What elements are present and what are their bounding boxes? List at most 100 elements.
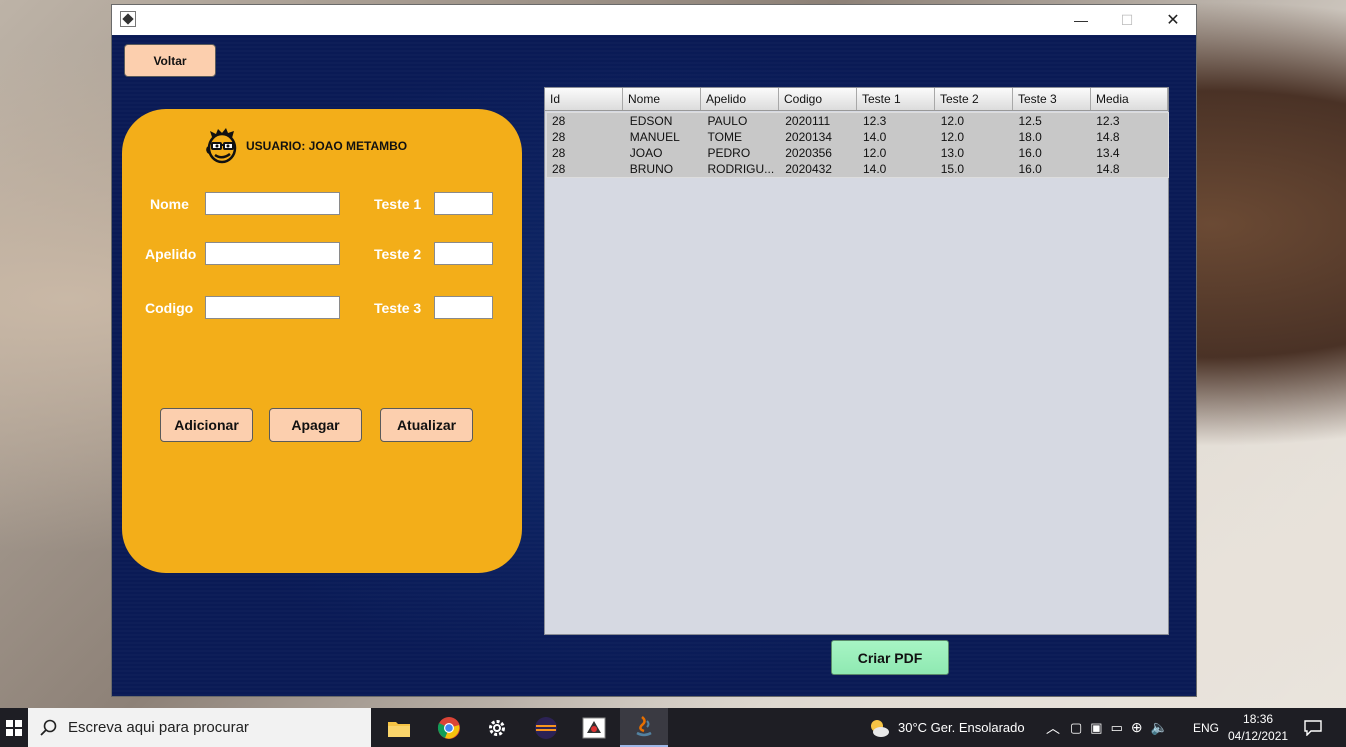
table-cell: PEDRO	[707, 146, 751, 160]
column-header[interactable]: Codigo	[779, 88, 857, 110]
chevron-up-icon[interactable]: ︿	[1046, 718, 1060, 738]
java-app-taskbar-button[interactable]	[570, 708, 618, 747]
file-explorer-taskbar-button[interactable]	[375, 708, 423, 747]
table-cell: 14.8	[1096, 162, 1120, 176]
codigo-field[interactable]	[205, 296, 340, 319]
eclipse-icon	[535, 716, 557, 739]
weather-widget[interactable]: 30°C Ger. Ensolarado	[868, 708, 1025, 747]
table-cell: RODRIGU...	[707, 162, 775, 176]
students-table[interactable]: Id Nome Apelido Codigo Teste 1 Teste 2 T…	[544, 87, 1169, 635]
language-indicator[interactable]: ENG	[1193, 708, 1219, 747]
minimize-button[interactable]: —	[1058, 5, 1104, 35]
table-cell: 12.0	[940, 114, 965, 128]
chrome-taskbar-button[interactable]	[425, 708, 473, 747]
apelido-field[interactable]	[205, 242, 340, 265]
column-header[interactable]: Apelido	[701, 88, 779, 110]
student-form-panel: USUARIO: JOAO METAMBO Nome Teste 1 Apeli…	[122, 109, 522, 573]
pen-icon[interactable]: ▣	[1090, 720, 1102, 736]
settings-taskbar-button[interactable]	[473, 708, 521, 747]
main-content: Voltar USUARIO: JOAO METAMBO Nome Teste …	[112, 35, 1196, 696]
table-cell: 12.0	[863, 146, 887, 160]
table-cell: JOAO	[629, 146, 663, 160]
apelido-label: Apelido	[145, 246, 197, 262]
notification-icon	[1304, 719, 1322, 736]
teste1-field[interactable]	[434, 192, 493, 215]
table-cell: 14.0	[863, 162, 887, 176]
teste2-field[interactable]	[434, 242, 493, 265]
app-window: — ☐ ✕ Voltar USUARIO: JOAO METAMBO Nome	[112, 5, 1196, 696]
user-name-label: USUARIO: JOAO METAMBO	[246, 139, 408, 153]
table-cell: MANUEL	[629, 130, 680, 144]
back-button[interactable]: Voltar	[124, 44, 216, 77]
table-header: Id Nome Apelido Codigo Teste 1 Teste 2 T…	[545, 88, 1168, 111]
system-tray-icons: ︿ ▢ ▣ ▭ ⊕ 🔈	[1046, 708, 1168, 747]
add-button[interactable]: Adicionar	[160, 408, 253, 442]
user-header: USUARIO: JOAO METAMBO	[204, 127, 407, 165]
volume-icon[interactable]: 🔈	[1151, 719, 1168, 736]
taskbar: Escreva aqui para procurar 30°C Ger. Ens…	[0, 708, 1346, 747]
table-row[interactable]: 28 BRUNO RODRIGU... 2020432 14.0 15.0 16…	[547, 161, 1168, 177]
table-cell: 28	[552, 162, 566, 176]
user-avatar-icon	[206, 128, 237, 164]
nome-label: Nome	[150, 196, 189, 212]
column-header[interactable]: Teste 3	[1013, 88, 1091, 110]
eclipse-taskbar-button[interactable]	[522, 708, 570, 747]
title-bar: — ☐ ✕	[112, 5, 1196, 35]
notifications-button[interactable]	[1304, 708, 1322, 747]
gear-icon	[489, 719, 505, 736]
maximize-button[interactable]: ☐	[1104, 5, 1150, 35]
codigo-label: Codigo	[145, 300, 194, 316]
column-header[interactable]: Id	[545, 88, 623, 110]
column-header[interactable]: Teste 2	[935, 88, 1013, 110]
java-coffee-icon	[636, 715, 652, 736]
search-placeholder: Escreva aqui para procurar	[68, 719, 249, 736]
column-header[interactable]: Nome	[623, 88, 701, 110]
clock[interactable]: 18:36 04/12/2021	[1228, 708, 1288, 747]
teste1-label: Teste 1	[374, 196, 422, 212]
table-cell: 12.3	[863, 114, 887, 128]
taskbar-search[interactable]: Escreva aqui para procurar	[28, 708, 371, 747]
nome-field[interactable]	[205, 192, 340, 215]
table-row[interactable]: 28 JOAO PEDRO 2020356 12.0 13.0 16.0 13.…	[547, 145, 1168, 161]
table-row[interactable]: 28 MANUEL TOME 2020134 14.0 12.0 18.0 14…	[547, 129, 1168, 145]
table-cell: 12.0	[940, 130, 965, 144]
table-row[interactable]: 28 EDSON PAULO 2020111 12.3 12.0 12.5 12…	[547, 113, 1168, 129]
teste2-label: Teste 2	[374, 246, 422, 262]
create-pdf-button[interactable]: Criar PDF	[831, 640, 949, 675]
start-button[interactable]	[0, 708, 28, 747]
meet-now-icon[interactable]: ▢	[1070, 720, 1082, 736]
teste3-field[interactable]	[434, 296, 493, 319]
table-cell: PAULO	[707, 114, 748, 128]
battery-icon[interactable]: ▭	[1111, 720, 1123, 736]
table-cell: 12.3	[1096, 114, 1120, 128]
table-body: 28 EDSON PAULO 2020111 12.3 12.0 12.5 12…	[546, 112, 1169, 178]
network-icon[interactable]: ⊕	[1131, 719, 1143, 736]
clock-date: 04/12/2021	[1228, 728, 1289, 743]
table-cell: 28	[552, 146, 566, 160]
active-app-taskbar-button[interactable]	[620, 708, 668, 747]
table-cell: 14.0	[863, 130, 887, 144]
folder-icon	[388, 721, 410, 737]
column-header[interactable]: Teste 1	[857, 88, 935, 110]
java-app-icon	[120, 11, 136, 27]
table-cell: 2020111	[785, 114, 831, 128]
close-button[interactable]: ✕	[1150, 5, 1196, 35]
table-cell: 28	[552, 114, 566, 128]
table-cell: 2020356	[785, 146, 832, 160]
table-cell: 2020432	[785, 162, 832, 176]
search-icon	[40, 719, 57, 736]
delete-button[interactable]: Apagar	[269, 408, 362, 442]
table-cell: BRUNO	[629, 162, 674, 176]
update-button[interactable]: Atualizar	[380, 408, 473, 442]
table-cell: 15.0	[940, 162, 965, 176]
table-cell: 2020134	[785, 130, 832, 144]
java-window-icon	[582, 717, 606, 738]
weather-sun-cloud-icon	[871, 719, 889, 737]
clock-time: 18:36	[1243, 711, 1274, 726]
table-cell: 18.0	[1018, 130, 1042, 144]
column-header[interactable]: Media	[1091, 88, 1168, 110]
table-cell: EDSON	[629, 114, 673, 128]
table-cell: 16.0	[1018, 162, 1042, 176]
table-cell: TOME	[707, 130, 742, 144]
table-cell: 12.5	[1018, 114, 1042, 128]
